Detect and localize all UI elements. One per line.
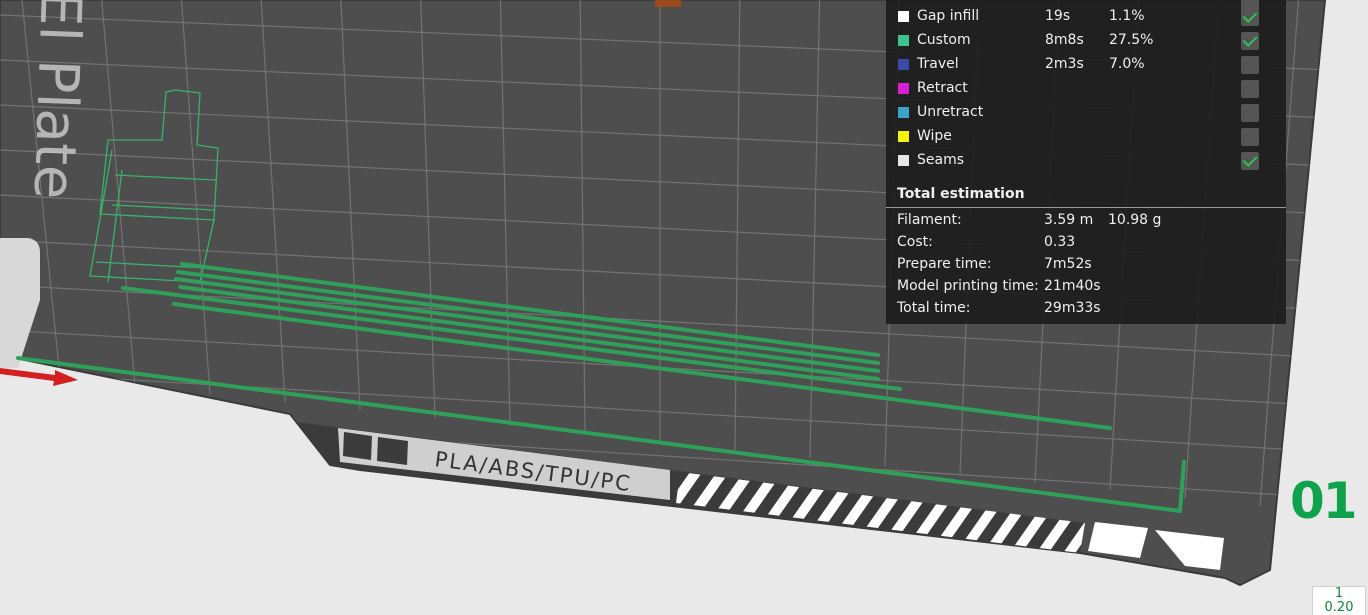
filament-length: 3.59 m (1044, 212, 1094, 228)
legend-row: Wipe (886, 126, 1286, 148)
visibility-checkbox[interactable] (1241, 8, 1259, 26)
cost-row: Cost: 0.33 (897, 234, 1282, 254)
feature-name: Retract (917, 80, 968, 96)
model-time-row: Model printing time: 21m40s (897, 278, 1282, 298)
model-object (655, 0, 681, 7)
legend-row: Custom 8m8s 27.5% (886, 30, 1286, 52)
visibility-checkbox[interactable] (1241, 56, 1259, 74)
legend-row: Unretract (886, 102, 1286, 124)
divider (886, 207, 1286, 208)
feature-time: 2m3s (1045, 56, 1084, 72)
color-swatch (898, 155, 909, 166)
color-swatch (898, 11, 909, 22)
x-axis-arrow (0, 368, 78, 386)
feature-name: Gap infill (917, 8, 980, 24)
legend-row: Travel 2m3s 7.0% (886, 54, 1286, 76)
feature-percent: 7.0% (1109, 56, 1145, 72)
model-time-label: Model printing time: (897, 278, 1039, 294)
filament-row: Filament: 3.59 m 10.98 g (897, 212, 1282, 232)
legend-row: Gap infill 19s 1.1% (886, 6, 1286, 28)
gcode-legend-panel: Gap infill 19s 1.1% Custom 8m8s 27.5% Tr… (886, 0, 1286, 324)
feature-name: Wipe (917, 128, 952, 144)
visibility-checkbox[interactable] (1241, 32, 1259, 50)
color-swatch (898, 83, 909, 94)
visibility-checkbox[interactable] (1241, 152, 1259, 170)
prepare-time-value: 7m52s (1044, 256, 1092, 272)
filament-label: Filament: (897, 212, 962, 228)
color-swatch (898, 131, 909, 142)
filament-weight: 10.98 g (1108, 212, 1162, 228)
legend-row: Retract (886, 78, 1286, 100)
total-estimation-title: Total estimation (897, 186, 1025, 202)
prepare-time-label: Prepare time: (897, 256, 992, 272)
visibility-checkbox[interactable] (1241, 80, 1259, 98)
feature-name: Seams (917, 152, 965, 168)
feature-name: Travel (917, 56, 959, 72)
feature-name: Custom (917, 32, 971, 48)
feature-time: 8m8s (1045, 32, 1084, 48)
layer-height: 0.20 (1324, 600, 1354, 615)
feature-name: Unretract (917, 104, 984, 120)
bed-side-text: El Plate (21, 0, 93, 200)
color-swatch (898, 35, 909, 46)
layer-slider-label[interactable]: 1 0.20 (1312, 586, 1366, 615)
legend-row: Seams (886, 150, 1286, 172)
total-time-label: Total time: (897, 300, 971, 316)
color-swatch (898, 107, 909, 118)
color-swatch (898, 59, 909, 70)
plate-number[interactable]: 01 (1290, 472, 1358, 530)
prepare-time-row: Prepare time: 7m52s (897, 256, 1282, 276)
cost-value: 0.33 (1044, 234, 1076, 250)
visibility-checkbox[interactable] (1241, 128, 1259, 146)
visibility-checkbox[interactable] (1241, 104, 1259, 122)
feature-percent: 27.5% (1109, 32, 1154, 48)
feature-time: 19s (1045, 8, 1071, 24)
total-time-row: Total time: 29m33s (897, 300, 1282, 320)
layer-number: 1 (1334, 586, 1344, 601)
feature-percent: 1.1% (1109, 8, 1145, 24)
model-time-value: 21m40s (1044, 278, 1101, 294)
cost-label: Cost: (897, 234, 933, 250)
total-time-value: 29m33s (1044, 300, 1101, 316)
